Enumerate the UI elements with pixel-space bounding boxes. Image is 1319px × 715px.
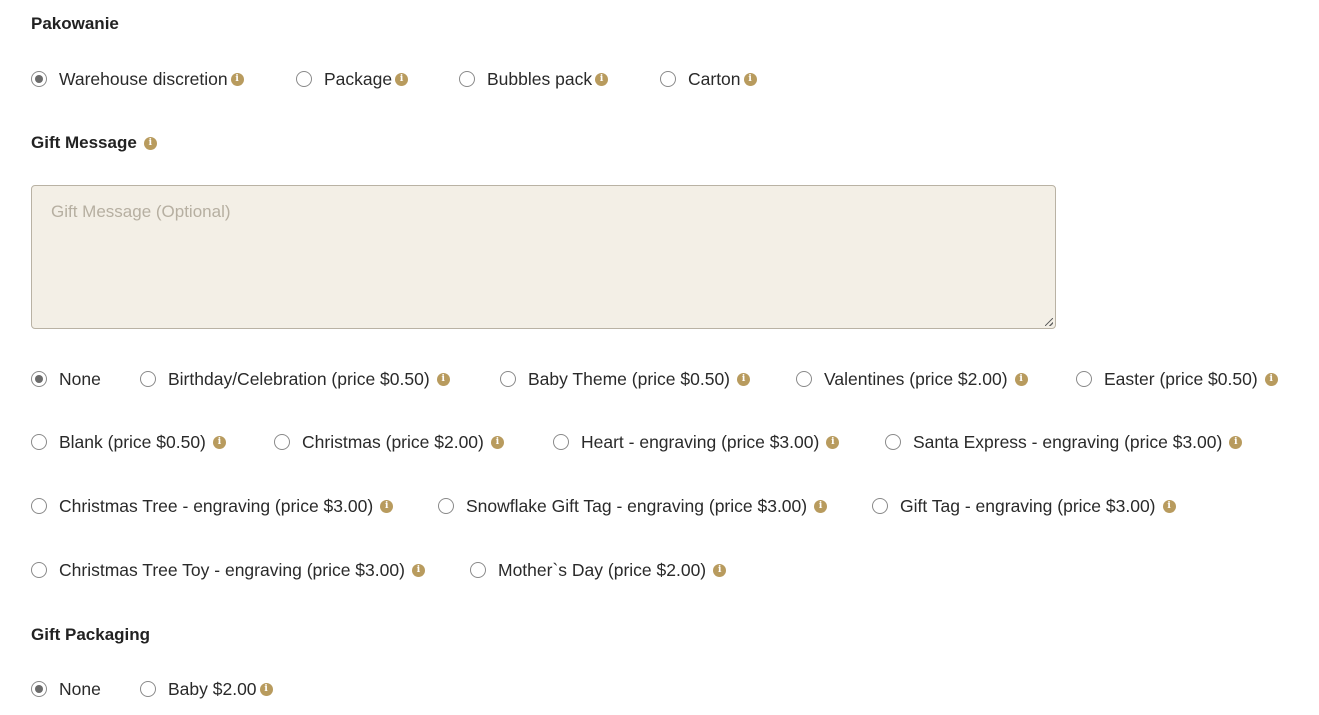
gift-option-heart-engraving[interactable]: Heart - engraving (price $3.00) i [553,431,840,453]
option-label: Birthday/Celebration (price $0.50) [168,368,430,389]
radio-button[interactable] [140,681,156,697]
radio-button[interactable] [872,498,888,514]
gift-option-birthday[interactable]: Birthday/Celebration (price $0.50) i [140,368,450,390]
option-label: Blank (price $0.50) [59,431,206,452]
gift-option-christmas[interactable]: Christmas (price $2.00) i [274,431,504,453]
radio-button[interactable] [31,434,47,450]
info-icon[interactable]: i [713,563,727,577]
info-icon[interactable]: i [737,372,751,386]
gift-option-christmas-tree[interactable]: Christmas Tree - engraving (price $3.00)… [31,495,394,517]
option-label: Valentines (price $2.00) [824,368,1008,389]
info-icon[interactable]: i [411,563,425,577]
radio-button[interactable] [31,498,47,514]
gift-packaging-option-baby[interactable]: Baby $2.00 i [140,678,273,700]
radio-button[interactable] [459,71,475,87]
option-label: Heart - engraving (price $3.00) [581,431,820,452]
radio-button[interactable] [1076,371,1092,387]
info-icon[interactable]: i [490,435,504,449]
radio-button[interactable] [31,562,47,578]
option-label: Warehouse discretion [59,68,228,89]
info-icon[interactable]: i [1162,499,1176,513]
radio-button[interactable] [500,371,516,387]
option-label: Santa Express - engraving (price $3.00) [913,431,1223,452]
radio-button[interactable] [296,71,312,87]
info-icon[interactable]: i [143,136,157,150]
info-icon[interactable]: i [212,435,226,449]
gift-option-snowflake-gift-tag[interactable]: Snowflake Gift Tag - engraving (price $3… [438,495,828,517]
info-icon[interactable]: i [230,72,244,86]
radio-button[interactable] [796,371,812,387]
gift-message-section-title: Gift Message i [31,132,157,154]
option-label: Christmas (price $2.00) [302,431,484,452]
option-label: Christmas Tree Toy - engraving (price $3… [59,559,405,580]
radio-button[interactable] [438,498,454,514]
option-label: Gift Tag - engraving (price $3.00) [900,495,1156,516]
packing-option-carton[interactable]: Carton i [660,68,757,90]
radio-button[interactable] [660,71,676,87]
option-label: Baby $2.00 [168,678,257,699]
gift-option-valentines[interactable]: Valentines (price $2.00) i [796,368,1028,390]
radio-button[interactable] [274,434,290,450]
radio-button[interactable] [31,71,47,87]
gift-packaging-option-none[interactable]: None [31,678,101,700]
gift-packaging-title: Gift Packaging [31,625,151,644]
radio-button[interactable] [553,434,569,450]
option-label: Carton [688,68,741,89]
radio-button[interactable] [470,562,486,578]
option-label: Mother`s Day (price $2.00) [498,559,707,580]
option-label: Baby Theme (price $0.50) [528,368,731,389]
gift-option-christmas-tree-toy[interactable]: Christmas Tree Toy - engraving (price $3… [31,559,425,581]
info-icon[interactable]: i [1014,372,1028,386]
gift-option-none[interactable]: None [31,368,101,390]
gift-option-blank[interactable]: Blank (price $0.50) i [31,431,226,453]
gift-option-santa-express[interactable]: Santa Express - engraving (price $3.00) … [885,431,1243,453]
option-label: Easter (price $0.50) [1104,368,1258,389]
gift-option-mothers-day[interactable]: Mother`s Day (price $2.00) i [470,559,727,581]
option-label: Package [324,68,393,89]
option-label: Bubbles pack [487,68,593,89]
info-icon[interactable]: i [814,499,828,513]
info-icon[interactable]: i [1229,435,1243,449]
gift-option-easter[interactable]: Easter (price $0.50) i [1076,368,1278,390]
gift-message-textarea[interactable]: Gift Message (Optional) [31,185,1056,329]
info-icon[interactable]: i [826,435,840,449]
info-icon[interactable]: i [436,372,450,386]
gift-option-baby-theme[interactable]: Baby Theme (price $0.50) i [500,368,751,390]
gift-message-placeholder: Gift Message (Optional) [51,202,231,221]
info-icon[interactable]: i [743,72,757,86]
gift-option-gift-tag[interactable]: Gift Tag - engraving (price $3.00) i [872,495,1176,517]
resize-grip-icon[interactable] [1045,318,1053,326]
info-icon[interactable]: i [1264,372,1278,386]
option-label: Snowflake Gift Tag - engraving (price $3… [466,495,808,516]
packing-option-package[interactable]: Package i [296,68,409,90]
radio-button[interactable] [31,681,47,697]
info-icon[interactable]: i [595,72,609,86]
packing-option-bubbles-pack[interactable]: Bubbles pack i [459,68,609,90]
info-icon[interactable]: i [395,72,409,86]
option-label: None [59,678,101,699]
gift-message-title: Gift Message [31,133,137,152]
option-label: Christmas Tree - engraving (price $3.00) [59,495,374,516]
radio-button[interactable] [140,371,156,387]
packing-option-warehouse-discretion[interactable]: Warehouse discretion i [31,68,244,90]
packing-section-title: Pakowanie [31,13,119,35]
info-icon[interactable]: i [259,682,273,696]
info-icon[interactable]: i [380,499,394,513]
gift-packaging-section-title: Gift Packaging [31,624,150,646]
radio-button[interactable] [885,434,901,450]
radio-button[interactable] [31,371,47,387]
packing-title: Pakowanie [31,14,119,33]
option-label: None [59,368,101,389]
